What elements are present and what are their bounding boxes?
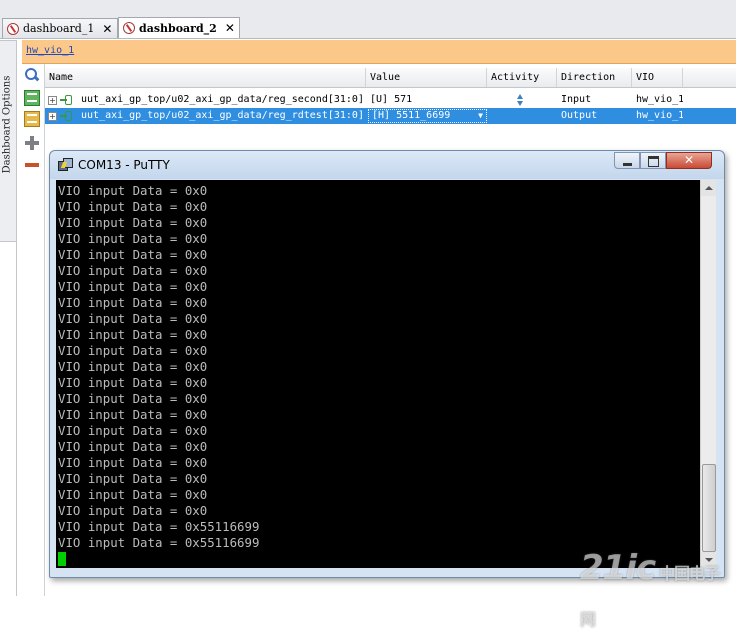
scroll-thumb[interactable] — [702, 464, 716, 552]
up-down-arrow-icon — [515, 94, 525, 106]
terminal-line: VIO input Data = 0x0 — [58, 311, 208, 326]
dashboard-options-label: Dashboard Options — [1, 75, 13, 174]
panel-divider — [16, 40, 17, 596]
terminal-line: VIO input Data = 0x0 — [58, 279, 208, 294]
tab-dashboard-2[interactable]: dashboard_2 ✕ — [118, 17, 240, 38]
terminal-line: VIO input Data = 0x0 — [58, 503, 208, 518]
terminal-line: VIO input Data = 0x0 — [58, 455, 208, 470]
terminal-line: VIO input Data = 0x55116699 — [58, 535, 260, 550]
tab-bar: dashboard_1 ✕ dashboard_2 ✕ — [0, 0, 736, 39]
probe-name: uut_axi_gp_top/u02_axi_gp_data/reg_rdtes… — [81, 110, 364, 121]
watermark-logo: 21ic 中国电子网 — [580, 548, 730, 629]
watermark-text: 21ic — [580, 548, 656, 588]
minimize-button[interactable] — [614, 152, 640, 169]
close-button[interactable] — [666, 152, 712, 169]
add-probe-icon[interactable] — [24, 135, 40, 151]
terminal-line: VIO input Data = 0x0 — [58, 359, 208, 374]
dashboard-icon — [7, 22, 19, 35]
terminal-lines: VIO input Data = 0x0 VIO input Data = 0x0… — [58, 183, 259, 566]
terminal-line: VIO input Data = 0x0 — [58, 375, 208, 390]
table-row-selected[interactable]: + uut_axi_gp_top/u02_axi_gp_data/reg_rdt… — [45, 108, 736, 124]
probe-value[interactable]: [U] 571 — [366, 92, 487, 108]
probe-direction: Output — [561, 110, 598, 121]
tab-dashboard-1[interactable]: dashboard_1 ✕ — [2, 18, 118, 38]
value-dropdown[interactable]: [H] 5511_6699 ▼ — [368, 109, 487, 123]
putty-app-icon[interactable] — [58, 158, 73, 171]
terminal-line: VIO input Data = 0x0 — [58, 231, 208, 246]
column-header-value[interactable]: Value — [366, 68, 487, 87]
scroll-up-arrow-icon[interactable] — [701, 180, 716, 196]
remove-probe-icon[interactable] — [24, 157, 40, 173]
window-title: COM13 - PuTTY — [78, 158, 170, 172]
tab-label: dashboard_2 — [139, 21, 217, 35]
column-header-name[interactable]: Name — [45, 68, 366, 87]
probe-name: uut_axi_gp_top/u02_axi_gp_data/reg_secon… — [81, 94, 364, 105]
terminal-line: VIO input Data = 0x0 — [58, 471, 208, 486]
search-icon[interactable] — [24, 67, 40, 83]
probe-icon — [60, 111, 72, 121]
probe-value: [H] 5511_6699 — [372, 110, 451, 121]
close-icon[interactable]: ✕ — [102, 22, 112, 36]
column-header-vio[interactable]: VIO — [632, 68, 683, 87]
hw-vio-link[interactable]: hw_vio_1 — [26, 45, 74, 56]
table-row[interactable]: + uut_axi_gp_top/u02_axi_gp_data/reg_sec… — [45, 92, 736, 108]
chevron-down-icon[interactable]: ▼ — [478, 110, 483, 122]
column-header-direction[interactable]: Direction — [557, 68, 632, 87]
hw-vio-header: hw_vio_1 — [22, 40, 736, 64]
column-header-activity[interactable]: Activity — [487, 68, 557, 87]
probe-table: Name Value Activity Direction VIO + uut_… — [45, 68, 736, 124]
terminal-line: VIO input Data = 0x0 — [58, 263, 208, 278]
terminal-line: VIO input Data = 0x55116699 — [58, 519, 260, 534]
maximize-button[interactable] — [640, 152, 666, 169]
terminal-line: VIO input Data = 0x0 — [58, 487, 208, 502]
terminal-line: VIO input Data = 0x0 — [58, 327, 208, 342]
terminal-line: VIO input Data = 0x0 — [58, 391, 208, 406]
tab-label: dashboard_1 — [23, 22, 95, 35]
probe-vio: hw_vio_1 — [636, 94, 683, 105]
probe-icon — [60, 95, 72, 105]
probe-vio: hw_vio_1 — [636, 110, 683, 121]
terminal-line: VIO input Data = 0x0 — [58, 295, 208, 310]
toolbar-divider — [44, 64, 45, 596]
expand-all-icon[interactable] — [24, 111, 40, 127]
probe-direction: Input — [561, 94, 592, 105]
terminal-line: VIO input Data = 0x0 — [58, 343, 208, 358]
terminal-line: VIO input Data = 0x0 — [58, 247, 208, 262]
terminal-line: VIO input Data = 0x0 — [58, 423, 208, 438]
terminal-output[interactable]: VIO input Data = 0x0 VIO input Data = 0x0… — [56, 180, 700, 568]
probe-value-cell[interactable]: [H] 5511_6699 ▼ — [366, 108, 487, 124]
terminal-line: VIO input Data = 0x0 — [58, 407, 208, 422]
putty-window[interactable]: COM13 - PuTTY VIO input Data = 0x0VIO in… — [49, 150, 725, 578]
vertical-scrollbar[interactable] — [700, 180, 716, 568]
table-header: Name Value Activity Direction VIO — [45, 68, 736, 88]
expand-toggle[interactable]: + — [48, 112, 57, 121]
dashboard-options-panel[interactable]: Dashboard Options — [0, 40, 17, 242]
close-icon[interactable]: ✕ — [225, 21, 235, 35]
dashboard-icon — [123, 22, 135, 34]
collapse-all-icon[interactable] — [24, 90, 40, 106]
expand-toggle[interactable]: + — [48, 96, 57, 105]
terminal-cursor — [58, 552, 66, 566]
terminal-line: VIO input Data = 0x0 — [58, 215, 208, 230]
terminal-line: VIO input Data = 0x0 — [58, 199, 208, 214]
terminal-line: VIO input Data = 0x0 — [58, 183, 208, 198]
putty-title-bar[interactable]: COM13 - PuTTY — [50, 151, 724, 179]
terminal-line: VIO input Data = 0x0 — [58, 439, 208, 454]
